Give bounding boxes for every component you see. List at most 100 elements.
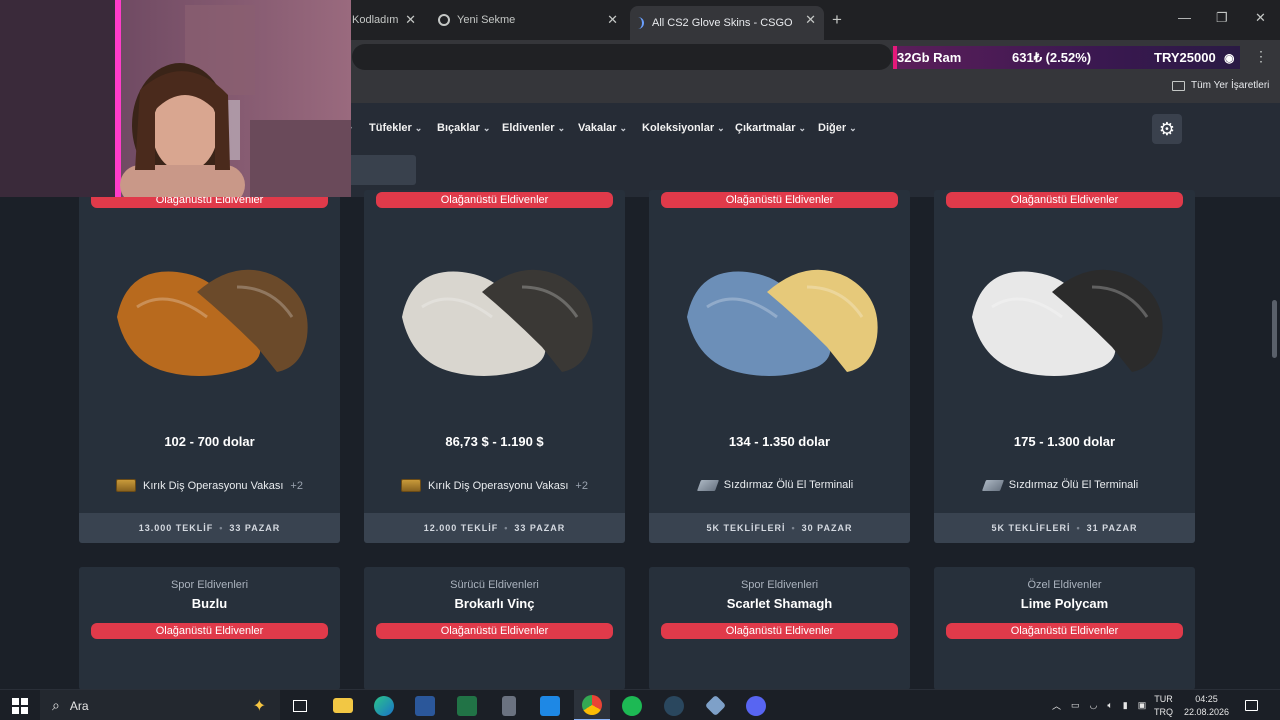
word-icon[interactable] bbox=[413, 690, 437, 720]
all-bookmarks[interactable]: Tüm Yer İşaretleri bbox=[1172, 80, 1269, 91]
steam-icon[interactable] bbox=[662, 690, 686, 720]
tab-title: All CS2 Glove Skins - CSGOSKI bbox=[652, 17, 792, 29]
glove-name: Scarlet Shamagh bbox=[726, 596, 833, 611]
close-window-icon[interactable]: ✕ bbox=[1255, 10, 1266, 26]
gear-icon[interactable]: ⚙ bbox=[1152, 114, 1182, 144]
app-icon[interactable] bbox=[703, 690, 727, 720]
source-link[interactable]: Kırık Diş Operasyonu Vakası +2 bbox=[79, 479, 340, 492]
source-link[interactable]: Sızdırmaz Ölü El Terminali bbox=[649, 479, 910, 491]
separator-dot: • bbox=[504, 523, 509, 533]
rarity-badge: Olağanüstü Eldivenler bbox=[376, 623, 613, 639]
notification-icon[interactable] bbox=[1245, 690, 1258, 720]
nav-item-stickers[interactable]: Çıkartmalar ⌄ bbox=[735, 122, 806, 134]
sparkle-icon: ✦ bbox=[252, 697, 266, 715]
close-icon[interactable]: ✕ bbox=[805, 12, 816, 28]
separator-dot: • bbox=[1076, 523, 1081, 533]
markets-count: 33 PAZAR bbox=[514, 523, 566, 533]
chevron-down-icon: ⌄ bbox=[849, 122, 857, 133]
file-explorer-icon[interactable] bbox=[331, 690, 355, 720]
edge-icon[interactable] bbox=[372, 690, 396, 720]
minimize-icon[interactable]: — bbox=[1178, 10, 1191, 25]
terminal-icon bbox=[696, 479, 719, 491]
source-name: Sızdırmaz Ölü El Terminali bbox=[723, 479, 854, 491]
offers-footer[interactable]: 12.000 TEKLİF • 33 PAZAR bbox=[364, 513, 625, 543]
nav-item-other[interactable]: Diğer ⌄ bbox=[818, 122, 857, 134]
chevron-down-icon: ⌄ bbox=[619, 122, 628, 133]
nav-label: Vakalar bbox=[578, 122, 617, 134]
glove-name: Lime Polycam bbox=[1020, 596, 1109, 611]
lang-bottom: TRQ bbox=[1154, 706, 1173, 717]
source-more: +2 bbox=[575, 479, 588, 492]
menu-kebab-icon[interactable]: ⋮ bbox=[1254, 48, 1268, 65]
page-scrollbar[interactable] bbox=[1272, 300, 1277, 358]
glove-card[interactable]: Olağanüstü Eldivenler 175 - 1.300 dolar … bbox=[934, 190, 1195, 543]
case-icon bbox=[116, 479, 137, 492]
source-link[interactable]: Sızdırmaz Ölü El Terminali bbox=[934, 479, 1195, 491]
close-icon[interactable]: ✕ bbox=[405, 12, 416, 28]
tab-glove-skins[interactable]: All CS2 Glove Skins - CSGOSKI ✕ bbox=[630, 6, 824, 40]
store-icon[interactable] bbox=[538, 690, 562, 720]
separator-dot: • bbox=[219, 523, 224, 533]
system-tray[interactable]: ︿ ▭ ◡ 🔈︎ ▮ ▣ bbox=[1052, 690, 1146, 720]
nav-item-gloves[interactable]: Eldivenler ⌄ bbox=[502, 122, 565, 134]
chevron-down-icon: ⌄ bbox=[557, 122, 566, 133]
glove-card[interactable]: Sürücü Eldivenleri Brokarlı Vinç Olağanü… bbox=[364, 567, 625, 690]
ticker-ram: 32Gb Ram bbox=[897, 50, 962, 65]
windows-start-icon[interactable] bbox=[0, 690, 40, 720]
discord-icon[interactable] bbox=[744, 690, 768, 720]
offers-count: 5K TEKLİFLERİ bbox=[991, 523, 1071, 533]
tab-title: Yeni Sekme bbox=[457, 14, 516, 26]
glove-image bbox=[972, 269, 1163, 376]
excel-icon[interactable] bbox=[455, 690, 479, 720]
glove-type: Sürücü Eldivenleri bbox=[450, 579, 539, 591]
glove-type: Spor Eldivenleri bbox=[170, 579, 249, 591]
taskbar: ⌕ Ara ✦ ︿ ▭ ◡ 🔈︎ ▮ ▣ TUR TRQ 04:25 22.08… bbox=[0, 689, 1280, 720]
chrome-taskbar-icon[interactable] bbox=[574, 690, 610, 720]
input-language[interactable]: TUR TRQ bbox=[1154, 690, 1173, 720]
glove-type: Spor Eldivenleri bbox=[740, 579, 819, 591]
markets-count: 30 PAZAR bbox=[801, 523, 853, 533]
close-icon[interactable]: ✕ bbox=[607, 12, 618, 28]
glove-image bbox=[117, 269, 308, 376]
offers-footer[interactable]: 13.000 TEKLİF • 33 PAZAR bbox=[79, 513, 340, 543]
glove-card[interactable]: Olağanüstü Eldivenler 102 - 700 dolar Kı… bbox=[79, 190, 340, 543]
clock[interactable]: 04:25 22.08.2026 bbox=[1184, 690, 1229, 720]
offers-count: 12.000 TEKLİF bbox=[423, 523, 499, 533]
offers-footer[interactable]: 5K TEKLİFLERİ • 30 PAZAR bbox=[649, 513, 910, 543]
calculator-icon[interactable] bbox=[497, 690, 521, 720]
offers-footer[interactable]: 5K TEKLİFLERİ • 31 PAZAR bbox=[934, 513, 1195, 543]
glove-card[interactable]: Özel Eldivenler Lime Polycam Olağanüstü … bbox=[934, 567, 1195, 690]
tab-kodladim[interactable]: Kodladım ✕ bbox=[352, 6, 424, 34]
glove-type: Özel Eldivenler bbox=[1027, 579, 1102, 591]
glove-card[interactable]: Spor Eldivenleri Scarlet Shamagh Olağanü… bbox=[649, 567, 910, 690]
search-subbar[interactable] bbox=[350, 155, 416, 185]
nav-item-collections[interactable]: Koleksiyonlar ⌄ bbox=[642, 122, 725, 134]
glove-card[interactable]: Olağanüstü Eldivenler 86,73 $ - 1.190 $ … bbox=[364, 190, 625, 543]
terminal-icon bbox=[981, 479, 1004, 491]
nav-item-knives[interactable]: Bıçaklar ⌄ bbox=[437, 122, 490, 134]
nav-item-rifles[interactable]: Tüfekler ⌄ bbox=[369, 122, 422, 134]
rarity-badge: Olağanüstü Eldivenler bbox=[91, 623, 328, 639]
nav-label: Çıkartmalar bbox=[735, 122, 796, 134]
url-input[interactable] bbox=[352, 44, 892, 70]
webcam-feed-image bbox=[0, 0, 351, 197]
rarity-badge: Olağanüstü Eldivenler bbox=[661, 192, 898, 208]
new-tab-icon[interactable]: + bbox=[832, 10, 842, 30]
taskbar-search[interactable]: ⌕ Ara ✦ bbox=[40, 690, 280, 720]
glove-card[interactable]: Olağanüstü Eldivenler 134 - 1.350 dolar … bbox=[649, 190, 910, 543]
price-range: 134 - 1.350 dolar bbox=[728, 434, 831, 449]
chevron-down-icon: ⌄ bbox=[414, 122, 423, 133]
webcam-overlay bbox=[0, 0, 351, 197]
glove-card[interactable]: Spor Eldivenleri Buzlu Olağanüstü Eldive… bbox=[79, 567, 340, 690]
tab-yeni-sekme[interactable]: Yeni Sekme ✕ bbox=[430, 6, 626, 34]
ticker-change: 631₺ (2.52%) bbox=[1012, 49, 1092, 65]
spotify-icon[interactable] bbox=[620, 690, 644, 720]
task-view-icon[interactable] bbox=[288, 690, 312, 720]
separator-dot: • bbox=[791, 523, 796, 533]
source-more: +2 bbox=[290, 479, 303, 492]
source-link[interactable]: Kırık Diş Operasyonu Vakası +2 bbox=[364, 479, 625, 492]
rarity-badge: Olağanüstü Eldivenler bbox=[661, 623, 898, 639]
maximize-icon[interactable]: ❐ bbox=[1216, 10, 1228, 26]
tab-title: Kodladım bbox=[352, 14, 399, 26]
nav-item-cases[interactable]: Vakalar ⌄ bbox=[578, 122, 627, 134]
